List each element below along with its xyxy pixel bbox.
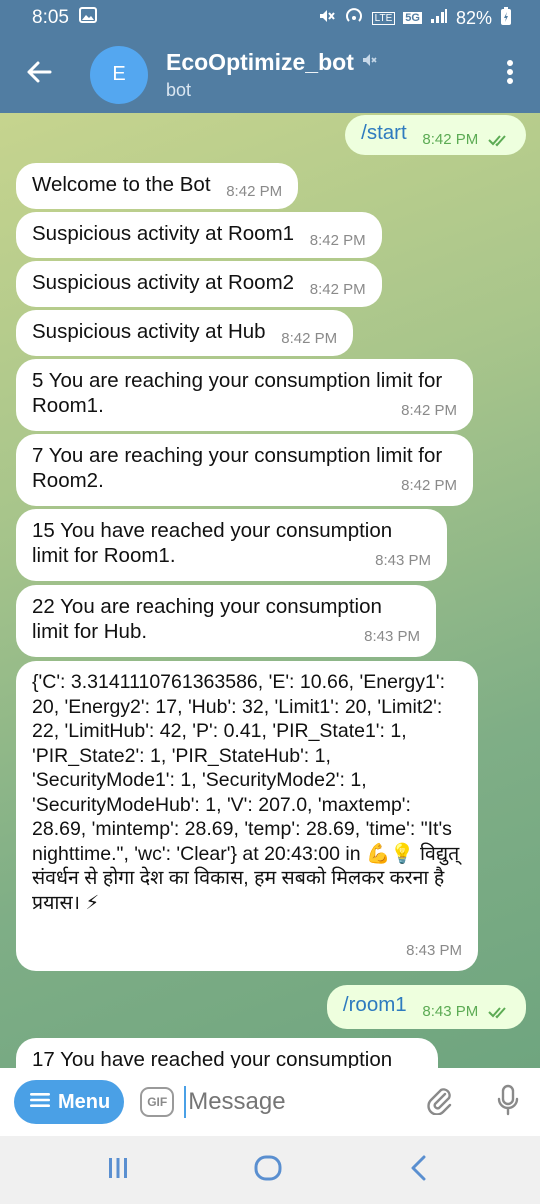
message-time: 8:42 PM [422, 131, 479, 148]
battery-percent: 82% [455, 7, 492, 28]
outgoing-message[interactable]: /start 8:42 PM [345, 115, 526, 155]
volte-icon: LTE [371, 11, 396, 25]
message-time: 8:43 PM [422, 1003, 479, 1020]
message-text: Suspicious activity at Hub [32, 320, 266, 343]
message-text: Suspicious activity at Room1 [32, 222, 295, 245]
signal-icon [430, 8, 448, 29]
home-icon [253, 1155, 283, 1186]
network-5g-icon: 5G [403, 12, 422, 24]
incoming-message[interactable]: 7 You are reaching your consumption limi… [16, 434, 473, 506]
gallery-notification-icon [78, 7, 97, 29]
speaker-muted-icon [362, 52, 378, 73]
incoming-message[interactable]: Welcome to the Bot 8:42 PM [16, 163, 299, 209]
message-input[interactable] [184, 1086, 385, 1118]
message-time: 8:42 PM [309, 232, 366, 249]
bot-avatar[interactable]: E [90, 45, 148, 104]
status-bar: 8:05 LTE 5G 82% [0, 0, 540, 36]
vertical-dots-icon [506, 59, 514, 90]
message-text: 5 You are reaching your consumption limi… [32, 369, 443, 417]
chat-header: E EcoOptimize_bot bot [0, 36, 540, 113]
status-left: 8:05 [32, 7, 97, 29]
hotspot-icon [344, 7, 364, 30]
paperclip-icon [425, 1085, 455, 1120]
arrow-left-icon [26, 60, 52, 89]
microphone-icon [496, 1084, 520, 1121]
message-input-bar: Menu GIF [0, 1068, 540, 1136]
message-text: 22 You are reaching your consumption lim… [32, 595, 382, 643]
incoming-message[interactable]: {'C': 3.3141110761363586, 'E': 10.66, 'E… [16, 661, 478, 971]
bot-menu-button[interactable]: Menu [14, 1080, 125, 1124]
message-text: 17 You have reached your consumption [32, 1048, 393, 1068]
incoming-message[interactable]: 15 You have reached your consumption lim… [16, 509, 447, 581]
message-text: 7 You are reaching your consumption limi… [32, 444, 443, 492]
status-time: 8:05 [32, 7, 69, 28]
incoming-message[interactable]: Suspicious activity at Room2 8:42 PM [16, 261, 382, 307]
message-text: Suspicious activity at Room2 [32, 271, 295, 294]
incoming-message[interactable]: Suspicious activity at Room1 8:42 PM [16, 212, 382, 258]
double-check-icon [488, 128, 510, 153]
message-text: 15 You have reached your consumption lim… [32, 519, 393, 567]
gif-button[interactable]: GIF [140, 1087, 175, 1117]
double-check-icon [488, 1000, 510, 1025]
chat-subtitle: bot [166, 79, 192, 100]
chat-title-block[interactable]: EcoOptimize_bot bot [166, 49, 378, 101]
incoming-message[interactable]: 5 You are reaching your consumption limi… [16, 359, 473, 431]
message-text: Welcome to the Bot [32, 173, 211, 196]
message-time: 8:43 PM [406, 941, 462, 959]
message-time: 8:42 PM [281, 330, 338, 347]
more-options-button[interactable] [480, 36, 540, 113]
message-text: /start [361, 121, 407, 144]
message-time: 8:42 PM [401, 477, 457, 494]
nav-home-button[interactable] [238, 1150, 298, 1190]
message-text: /room1 [342, 993, 407, 1016]
status-right: LTE 5G 82% [318, 6, 512, 31]
back-chevron-icon [408, 1155, 428, 1186]
recents-icon [106, 1156, 130, 1185]
incoming-message[interactable]: 22 You are reaching your consumption lim… [16, 585, 436, 657]
message-text: {'C': 3.3141110761363586, 'E': 10.66, 'E… [32, 671, 460, 914]
system-nav-bar [0, 1136, 540, 1204]
chat-title: EcoOptimize_bot [166, 48, 354, 75]
attach-button[interactable] [420, 1082, 460, 1122]
battery-charging-icon [500, 6, 512, 31]
message-time: 8:42 PM [226, 183, 283, 200]
message-time: 8:43 PM [375, 552, 431, 569]
incoming-message[interactable]: 17 You have reached your consumption [16, 1038, 438, 1068]
message-time: 8:43 PM [364, 628, 420, 645]
incoming-message[interactable]: Suspicious activity at Hub 8:42 PM [16, 310, 354, 356]
chat-area[interactable]: /start 8:42 PM Welcome to the Bot 8:42 P… [0, 113, 540, 1068]
hamburger-icon [30, 1091, 50, 1114]
outgoing-message[interactable]: /room1 8:43 PM [326, 985, 526, 1029]
menu-label: Menu [58, 1090, 111, 1113]
voice-record-button[interactable] [488, 1082, 528, 1122]
nav-recents-button[interactable] [88, 1150, 148, 1190]
nav-back-button[interactable] [388, 1150, 448, 1190]
back-button[interactable] [0, 36, 78, 113]
mute-status-icon [318, 7, 336, 30]
message-time: 8:42 PM [309, 281, 366, 298]
message-time: 8:42 PM [401, 402, 457, 419]
